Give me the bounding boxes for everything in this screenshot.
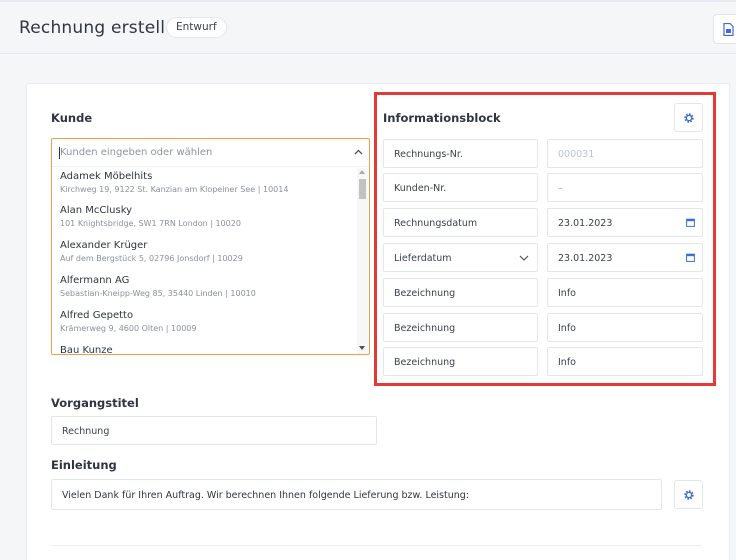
divider bbox=[51, 545, 702, 546]
customer-placeholder: Kunden eingeben oder wählen bbox=[60, 147, 213, 158]
field-label: Rechnungs-Nr. bbox=[394, 149, 463, 160]
label-field[interactable]: Rechnungs-Nr. bbox=[383, 139, 538, 168]
customer-label: Kunde bbox=[51, 111, 93, 125]
label-field[interactable]: Bezeichnung bbox=[383, 313, 538, 342]
info-block-title: Informationsblock bbox=[383, 111, 501, 125]
customer-name: Adamek Möbelhits bbox=[60, 171, 153, 182]
label-field[interactable]: Bezeichnung bbox=[383, 278, 538, 307]
intro-value: Vielen Dank für Ihren Auftrag. Wir berec… bbox=[62, 490, 470, 501]
calendar-icon[interactable] bbox=[686, 253, 695, 262]
field-value: – bbox=[558, 183, 563, 194]
field-label: Rechnungsdatum bbox=[394, 218, 478, 229]
customer-name: Alexander Krüger bbox=[60, 240, 148, 251]
label-field[interactable]: Bezeichnung bbox=[383, 347, 538, 376]
value-field[interactable]: Info bbox=[547, 347, 703, 376]
document-button[interactable] bbox=[713, 14, 736, 44]
subject-value: Rechnung bbox=[62, 426, 110, 437]
value-field[interactable]: Info bbox=[547, 278, 703, 307]
value-field[interactable]: 000031 bbox=[547, 139, 703, 168]
list-item[interactable]: Alfred Gepetto Krämerweg 9, 4600 Olten |… bbox=[60, 310, 196, 333]
customer-name: Bau Kunze bbox=[60, 345, 113, 355]
list-item[interactable]: Bau Kunze bbox=[60, 345, 113, 355]
intro-textarea[interactable]: Vielen Dank für Ihren Auftrag. Wir berec… bbox=[51, 479, 662, 510]
customer-combobox[interactable]: Kunden eingeben oder wählen Adamek Möbel… bbox=[51, 138, 370, 355]
scroll-thumb[interactable] bbox=[359, 179, 366, 199]
customer-name: Alfred Gepetto bbox=[60, 310, 134, 321]
field-label: Bezeichnung bbox=[394, 357, 456, 368]
scrollbar[interactable] bbox=[357, 168, 368, 354]
list-item[interactable]: Alfermann AG Sebastian-Kneipp-Weg 85, 35… bbox=[60, 275, 256, 298]
field-value: 23.01.2023 bbox=[558, 253, 613, 264]
date-field[interactable]: 23.01.2023 bbox=[547, 243, 703, 272]
customer-address: 101 Knightsbridge, SW1 7RN London | 1002… bbox=[60, 219, 241, 228]
scroll-down-icon[interactable] bbox=[359, 346, 365, 350]
intro-label: Einleitung bbox=[51, 458, 117, 472]
calendar-icon[interactable] bbox=[686, 218, 695, 227]
customer-search-input[interactable]: Kunden eingeben oder wählen bbox=[52, 139, 369, 167]
date-field[interactable]: 23.01.2023 bbox=[547, 208, 703, 237]
gear-icon bbox=[684, 113, 694, 123]
document-icon bbox=[723, 23, 734, 36]
customer-name: Alan McClusky bbox=[60, 205, 133, 216]
info-block-settings-button[interactable] bbox=[674, 103, 703, 132]
customer-address: Sebastian-Kneipp-Weg 85, 35440 Linden | … bbox=[60, 289, 256, 298]
field-value: 23.01.2023 bbox=[558, 218, 613, 229]
page-title: Rechnung erstellen bbox=[19, 18, 187, 38]
subject-input[interactable]: Rechnung bbox=[51, 416, 377, 445]
delivery-date-select[interactable]: Lieferdatum bbox=[383, 243, 538, 272]
chevron-down-icon bbox=[519, 255, 529, 261]
label-field[interactable]: Rechnungsdatum bbox=[383, 208, 538, 237]
field-label: Bezeichnung bbox=[394, 288, 456, 299]
subject-label: Vorgangstitel bbox=[51, 396, 139, 410]
label-field[interactable]: Kunden-Nr. bbox=[383, 173, 538, 202]
field-value: 000031 bbox=[558, 149, 595, 160]
field-label: Bezeichnung bbox=[394, 323, 456, 334]
field-value: Info bbox=[558, 288, 576, 299]
customer-address: Auf dem Bergstück 5, 02796 Jonsdorf | 10… bbox=[60, 254, 243, 263]
customer-address: Kirchweg 19, 9122 St. Kanzian am Klopein… bbox=[60, 185, 289, 194]
customer-name: Alfermann AG bbox=[60, 275, 130, 286]
value-field[interactable]: Info bbox=[547, 313, 703, 342]
field-value: Info bbox=[558, 323, 576, 334]
scroll-up-icon[interactable] bbox=[359, 170, 365, 174]
status-badge: Entwurf bbox=[166, 17, 227, 38]
intro-settings-button[interactable] bbox=[674, 480, 703, 509]
value-field[interactable]: – bbox=[547, 173, 703, 202]
field-value: Info bbox=[558, 357, 576, 368]
list-item[interactable]: Adamek Möbelhits Kirchweg 19, 9122 St. K… bbox=[60, 171, 288, 194]
gear-icon bbox=[684, 490, 694, 500]
list-item[interactable]: Alexander Krüger Auf dem Bergstück 5, 02… bbox=[60, 240, 243, 263]
field-label: Lieferdatum bbox=[394, 253, 452, 264]
customer-address: Krämerweg 9, 4600 Olten | 10009 bbox=[60, 324, 197, 333]
list-item[interactable]: Alan McClusky 101 Knightsbridge, SW1 7RN… bbox=[60, 205, 241, 228]
field-label: Kunden-Nr. bbox=[394, 183, 447, 194]
chevron-up-icon[interactable] bbox=[354, 149, 363, 155]
page-header: Rechnung erstellen Entwurf bbox=[0, 2, 736, 54]
